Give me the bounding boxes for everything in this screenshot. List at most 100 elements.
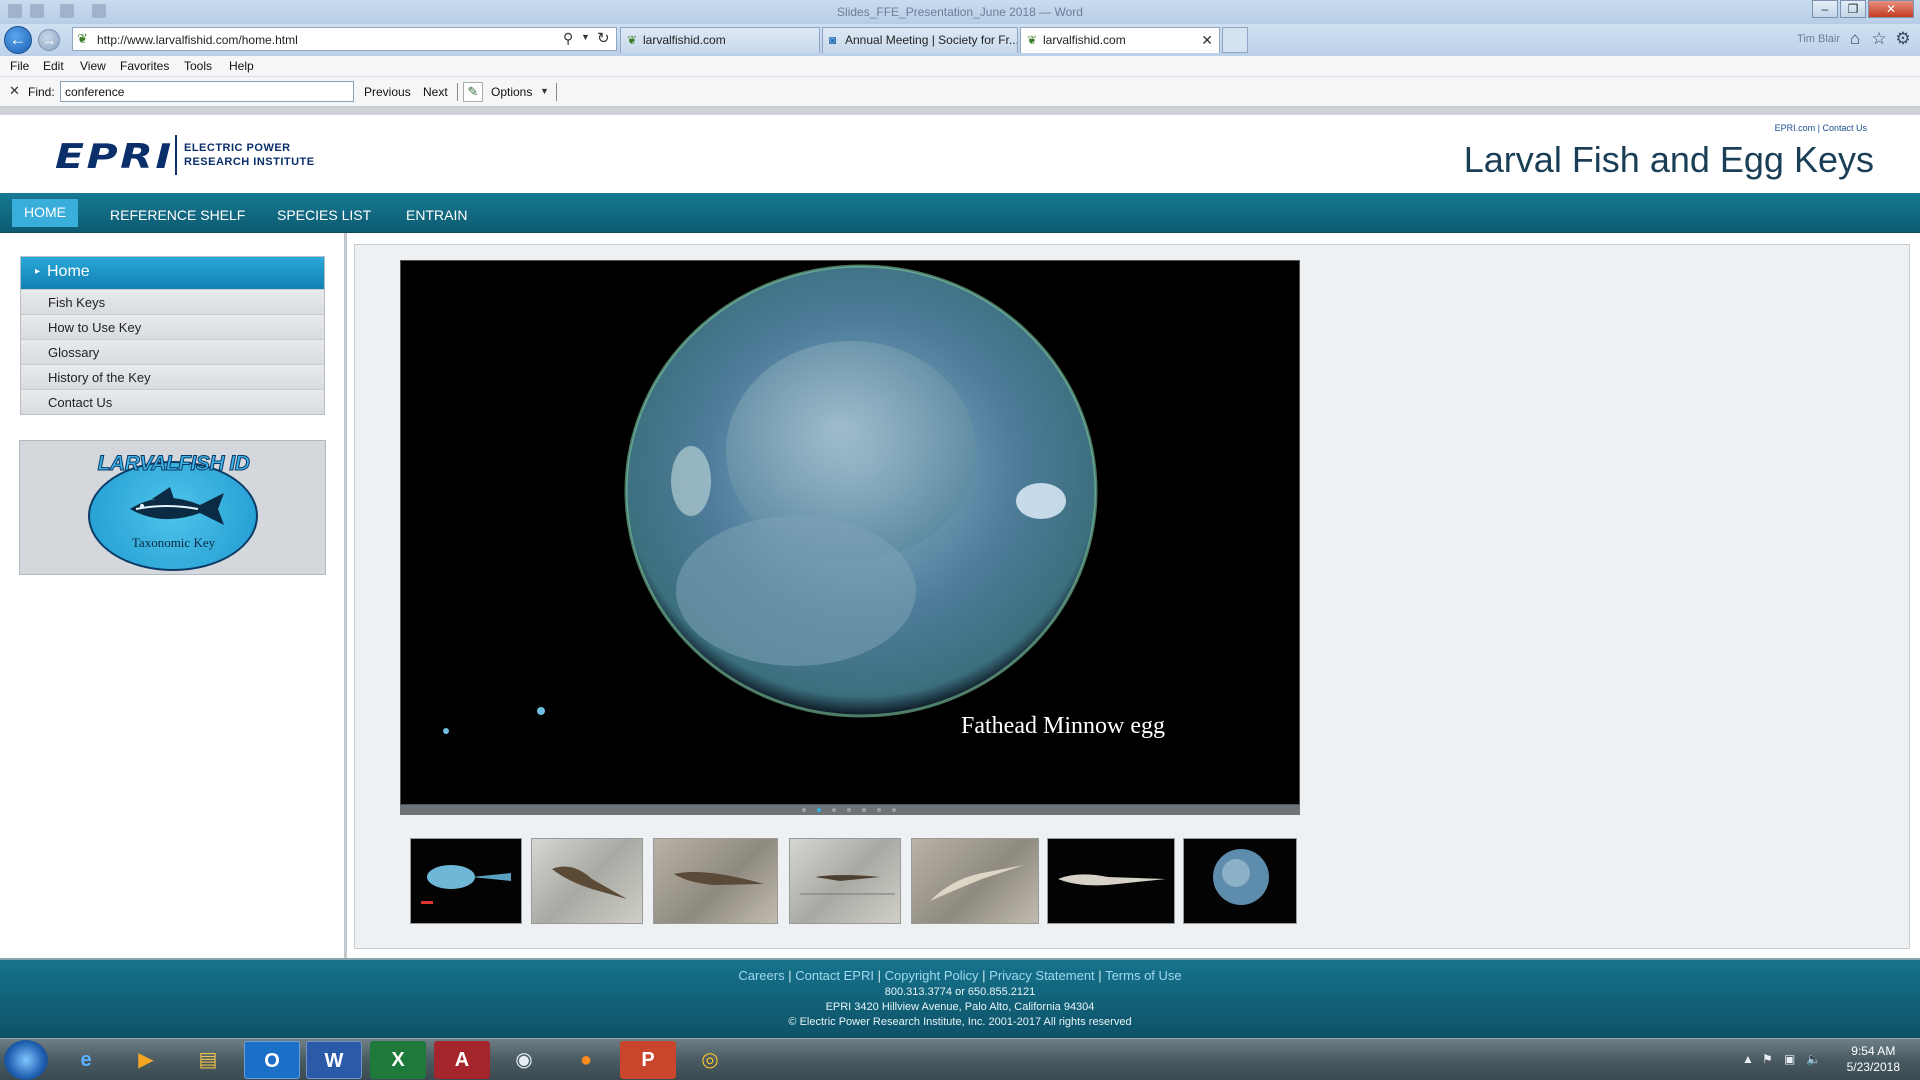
footer-copyright-policy-link[interactable]: Copyright Policy — [885, 968, 979, 983]
nav-species-list[interactable]: SPECIES LIST — [265, 202, 383, 230]
slide-dot[interactable] — [862, 808, 866, 812]
browser-tab-1[interactable]: ❦ larvalfishid.com — [620, 27, 820, 53]
page-body: ▸ Home Fish Keys How to Use Key Glossary… — [0, 233, 1920, 958]
side-menu-how-to-use-key[interactable]: How to Use Key — [21, 314, 324, 339]
side-menu: ▸ Home Fish Keys How to Use Key Glossary… — [20, 256, 325, 415]
slide-dot-active[interactable] — [817, 808, 821, 812]
epri-com-link[interactable]: EPRI.com — [1775, 123, 1816, 133]
thumbnail-3[interactable] — [653, 838, 778, 924]
thumbnail-2[interactable] — [531, 838, 643, 924]
slide-dot[interactable] — [877, 808, 881, 812]
maximize-button[interactable]: ❐ — [1840, 0, 1866, 18]
window-title-bar: Slides_FFE_Presentation_June 2018 — Word… — [0, 0, 1920, 24]
close-tab-icon[interactable]: ✕ — [1201, 28, 1213, 52]
side-menu-glossary[interactable]: Glossary — [21, 339, 324, 364]
media-player-taskbar-icon[interactable]: ▶ — [118, 1041, 174, 1079]
browser-tab-2[interactable]: ◙ Annual Meeting | Society for Fr... — [822, 27, 1018, 53]
volume-icon[interactable]: 🔈 — [1806, 1052, 1821, 1066]
logo-tagline-line-2: RESEARCH INSTITUTE — [184, 156, 315, 168]
close-window-button[interactable]: ✕ — [1868, 0, 1914, 18]
menu-edit[interactable]: Edit — [43, 59, 64, 73]
footer-careers-link[interactable]: Careers — [738, 968, 784, 983]
slide-dot[interactable] — [847, 808, 851, 812]
address-dropdown-icon[interactable]: ▼ — [581, 32, 590, 42]
highlight-pen-icon[interactable]: ✎ — [463, 82, 483, 102]
nav-reference-shelf[interactable]: REFERENCE SHELF — [98, 202, 257, 230]
slide-dot[interactable] — [892, 808, 896, 812]
refresh-icon[interactable]: ↻ — [597, 29, 610, 47]
menu-favorites[interactable]: Favorites — [120, 59, 169, 73]
network-icon[interactable]: ▣ — [1784, 1052, 1795, 1066]
content-panel: Fathead Minnow egg — [354, 244, 1910, 949]
slide-dot[interactable] — [802, 808, 806, 812]
address-bar[interactable]: ❦ http://www.larvalfishid.com/home.html … — [72, 27, 617, 51]
thumbnail-6[interactable] — [1047, 838, 1175, 924]
back-button[interactable]: ← — [4, 26, 32, 54]
logo-divider — [175, 135, 177, 175]
favorites-star-icon[interactable]: ☆ — [1868, 28, 1890, 50]
minimize-button[interactable]: – — [1812, 0, 1838, 18]
tray-expand-icon[interactable]: ▲ — [1742, 1052, 1754, 1066]
site-title: Larval Fish and Egg Keys — [1463, 139, 1874, 180]
action-center-flag-icon[interactable]: ⚑ — [1762, 1052, 1773, 1066]
side-menu-fish-keys[interactable]: Fish Keys — [21, 289, 324, 314]
footer-terms-link[interactable]: Terms of Use — [1105, 968, 1182, 983]
browser-tab-3-active[interactable]: ❦ larvalfishid.com ✕ — [1020, 27, 1220, 53]
new-tab-button[interactable] — [1222, 27, 1248, 53]
search-icon[interactable]: ⚲ — [563, 30, 573, 47]
footer-copyright: © Electric Power Research Institute, Inc… — [788, 1016, 1132, 1028]
ie-taskbar-icon[interactable]: e — [58, 1041, 114, 1079]
start-button[interactable] — [4, 1040, 48, 1080]
options-dropdown-icon[interactable]: ▼ — [540, 86, 549, 96]
site-header: EPRI ELECTRIC POWER RESEARCH INSTITUTE E… — [0, 115, 1920, 193]
nav-entrain[interactable]: ENTRAIN — [394, 202, 479, 230]
find-next-button[interactable]: Next — [423, 85, 448, 99]
find-previous-button[interactable]: Previous — [364, 85, 411, 99]
chrome-taskbar-icon[interactable]: ◎ — [682, 1041, 738, 1079]
powerpoint-taskbar-icon[interactable]: P — [620, 1041, 676, 1079]
thumbnail-4[interactable] — [789, 838, 901, 924]
word-taskbar-icon[interactable]: W — [306, 1041, 362, 1079]
back-arrow-icon: ← — [9, 30, 27, 49]
epri-logo[interactable]: EPRI — [55, 137, 174, 177]
thumbnail-5[interactable] — [911, 838, 1039, 924]
find-label: Find: — [28, 85, 55, 99]
menu-file[interactable]: File — [10, 59, 29, 73]
firefox-taskbar-icon[interactable]: ● — [558, 1041, 614, 1079]
larva-thumbnail-image — [674, 871, 764, 885]
contact-us-link[interactable]: Contact Us — [1822, 123, 1867, 133]
access-taskbar-icon[interactable]: A — [434, 1041, 490, 1079]
gear-icon[interactable]: ⚙ — [1892, 28, 1914, 50]
home-icon[interactable]: ⌂ — [1844, 28, 1866, 50]
camera-taskbar-icon[interactable]: ◉ — [496, 1041, 552, 1079]
side-menu-contact-us[interactable]: Contact Us — [21, 389, 324, 414]
find-input[interactable] — [60, 81, 354, 102]
menu-view[interactable]: View — [80, 59, 106, 73]
nav-home[interactable]: HOME — [12, 199, 78, 227]
find-options-button[interactable]: Options — [491, 85, 532, 99]
badge-caption: Taxonomic Key — [131, 535, 216, 550]
outlook-taskbar-icon[interactable]: O — [244, 1041, 300, 1079]
excel-taskbar-icon[interactable]: X — [370, 1041, 426, 1079]
side-menu-history[interactable]: History of the Key — [21, 364, 324, 389]
slide-dot[interactable] — [832, 808, 836, 812]
side-menu-home[interactable]: ▸ Home — [21, 257, 324, 289]
footer-privacy-link[interactable]: Privacy Statement — [989, 968, 1095, 983]
menu-tools[interactable]: Tools — [184, 59, 212, 73]
larvalfish-id-badge[interactable]: LARVALFISH ID Taxonomic Key — [19, 440, 326, 575]
thumbnail-7[interactable] — [1183, 838, 1297, 924]
footer-links: Careers | Contact EPRI | Copyright Polic… — [0, 968, 1920, 983]
menu-help[interactable]: Help — [229, 59, 254, 73]
thumbnail-1[interactable] — [410, 838, 522, 924]
logo-tagline-line-1: ELECTRIC POWER — [184, 142, 291, 154]
forward-button[interactable]: → — [38, 29, 60, 51]
system-clock[interactable]: 9:54 AM 5/23/2018 — [1847, 1043, 1900, 1075]
clock-date: 5/23/2018 — [1846, 1060, 1900, 1074]
sidebar: ▸ Home Fish Keys How to Use Key Glossary… — [0, 233, 347, 958]
close-find-icon[interactable]: ✕ — [9, 83, 20, 99]
footer-contact-epri-link[interactable]: Contact EPRI — [795, 968, 874, 983]
slideshow-image[interactable]: Fathead Minnow egg — [400, 260, 1300, 805]
file-explorer-taskbar-icon[interactable]: ▤ — [180, 1041, 236, 1079]
footer-address: EPRI 3420 Hillview Avenue, Palo Alto, Ca… — [825, 1001, 1095, 1013]
leaf-icon: ❦ — [1027, 33, 1038, 47]
